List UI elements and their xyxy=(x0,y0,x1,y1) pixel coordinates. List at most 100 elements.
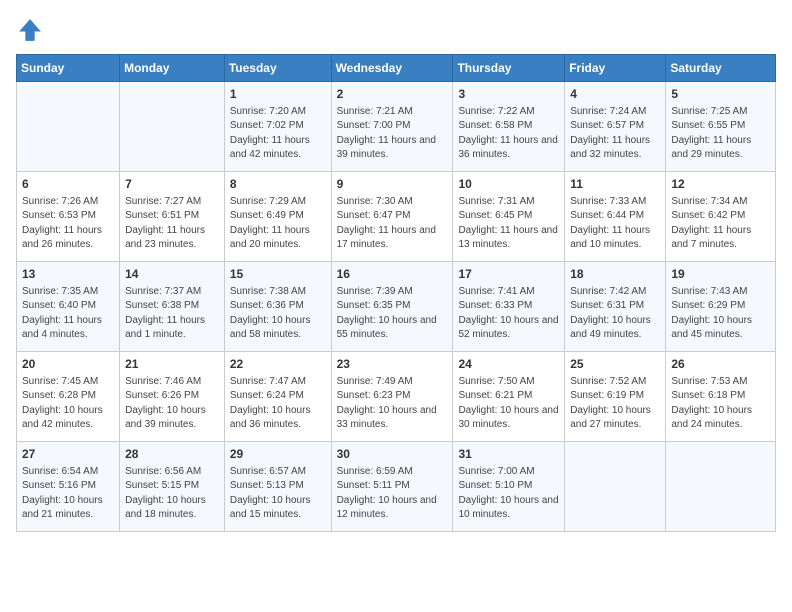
day-number: 9 xyxy=(337,176,448,193)
calendar-cell: 7Sunrise: 7:27 AM Sunset: 6:51 PM Daylig… xyxy=(120,172,225,262)
day-of-week-header: Tuesday xyxy=(224,55,331,82)
calendar-cell: 18 Sunrise: 7:42 AM Sunset: 6:31 PM Dayli… xyxy=(565,262,666,352)
day-info: Sunrise: 7:42 AM Sunset: 6:31 PM Dayligh… xyxy=(570,285,660,343)
day-info: Sunrise: 7:27 AM Sunset: 6:51 PM Dayligh… xyxy=(125,195,219,253)
day-number: 11 xyxy=(570,176,660,193)
calendar-cell: 27 Sunrise: 6:54 AM Sunset: 5:16 PM Dayli… xyxy=(17,442,120,532)
day-info: Sunrise: 6:57 AM Sunset: 5:13 PM Dayligh… xyxy=(230,465,326,523)
calendar-cell xyxy=(17,82,120,172)
day-of-week-header: Wednesday xyxy=(331,55,453,82)
calendar-cell xyxy=(120,82,225,172)
day-number: 1 xyxy=(230,86,326,103)
day-number: 4 xyxy=(570,86,660,103)
calendar-week-row: 6 Sunrise: 7:26 AM Sunset: 6:53 PM Daylig… xyxy=(17,172,776,262)
day-info: Sunrise: 7:53 AM Sunset: 6:18 PM Dayligh… xyxy=(671,375,770,433)
day-info: Sunrise: 7:37 AM Sunset: 6:38 PM Dayligh… xyxy=(125,285,219,343)
day-info: Sunrise: 7:24 AM Sunset: 6:57 PM Dayligh… xyxy=(570,105,660,163)
logo xyxy=(16,16,48,44)
day-number: 23 xyxy=(337,356,448,373)
day-info: Sunrise: 7:45 AM Sunset: 6:28 PM Dayligh… xyxy=(22,375,114,433)
day-number: 17 xyxy=(458,266,559,283)
day-number: 10 xyxy=(458,176,559,193)
calendar-cell: 3 Sunrise: 7:22 AM Sunset: 6:58 PM Daylig… xyxy=(453,82,565,172)
day-number: 22 xyxy=(230,356,326,373)
day-info: Sunrise: 7:31 AM Sunset: 6:45 PM Dayligh… xyxy=(458,195,559,253)
calendar-cell: 10 Sunrise: 7:31 AM Sunset: 6:45 PM Dayli… xyxy=(453,172,565,262)
day-info: Sunrise: 7:22 AM Sunset: 6:58 PM Dayligh… xyxy=(458,105,559,163)
day-of-week-header: Monday xyxy=(120,55,225,82)
calendar-cell: 11Sunrise: 7:33 AM Sunset: 6:44 PM Dayli… xyxy=(565,172,666,262)
calendar-table: SundayMondayTuesdayWednesdayThursdayFrid… xyxy=(16,54,776,532)
calendar-cell: 15 Sunrise: 7:38 AM Sunset: 6:36 PM Dayli… xyxy=(224,262,331,352)
day-of-week-header: Friday xyxy=(565,55,666,82)
page-header xyxy=(16,16,776,44)
calendar-cell: 12 Sunrise: 7:34 AM Sunset: 6:42 PM Dayli… xyxy=(666,172,776,262)
calendar-cell: 1 Sunrise: 7:20 AM Sunset: 7:02 PM Daylig… xyxy=(224,82,331,172)
calendar-cell: 19 Sunrise: 7:43 AM Sunset: 6:29 PM Dayli… xyxy=(666,262,776,352)
day-info: Sunrise: 7:41 AM Sunset: 6:33 PM Dayligh… xyxy=(458,285,559,343)
day-number: 14 xyxy=(125,266,219,283)
day-info: Sunrise: 7:29 AM Sunset: 6:49 PM Dayligh… xyxy=(230,195,326,253)
day-number: 16 xyxy=(337,266,448,283)
day-info: Sunrise: 7:46 AM Sunset: 6:26 PM Dayligh… xyxy=(125,375,219,433)
day-info: Sunrise: 7:21 AM Sunset: 7:00 PM Dayligh… xyxy=(337,105,448,163)
day-number: 20 xyxy=(22,356,114,373)
day-info: Sunrise: 7:43 AM Sunset: 6:29 PM Dayligh… xyxy=(671,285,770,343)
day-number: 26 xyxy=(671,356,770,373)
day-info: Sunrise: 7:20 AM Sunset: 7:02 PM Dayligh… xyxy=(230,105,326,163)
day-number: 21 xyxy=(125,356,219,373)
calendar-cell: 21 Sunrise: 7:46 AM Sunset: 6:26 PM Dayli… xyxy=(120,352,225,442)
day-number: 28 xyxy=(125,446,219,463)
day-info: Sunrise: 6:54 AM Sunset: 5:16 PM Dayligh… xyxy=(22,465,114,523)
day-info: Sunrise: 7:47 AM Sunset: 6:24 PM Dayligh… xyxy=(230,375,326,433)
day-number: 27 xyxy=(22,446,114,463)
day-of-week-header: Saturday xyxy=(666,55,776,82)
day-number: 19 xyxy=(671,266,770,283)
day-number: 13 xyxy=(22,266,114,283)
day-of-week-header: Sunday xyxy=(17,55,120,82)
day-info: Sunrise: 7:26 AM Sunset: 6:53 PM Dayligh… xyxy=(22,195,114,253)
day-number: 8 xyxy=(230,176,326,193)
calendar-cell: 26 Sunrise: 7:53 AM Sunset: 6:18 PM Dayli… xyxy=(666,352,776,442)
day-number: 30 xyxy=(337,446,448,463)
day-info: Sunrise: 7:30 AM Sunset: 6:47 PM Dayligh… xyxy=(337,195,448,253)
day-info: Sunrise: 7:39 AM Sunset: 6:35 PM Dayligh… xyxy=(337,285,448,343)
day-info: Sunrise: 7:34 AM Sunset: 6:42 PM Dayligh… xyxy=(671,195,770,253)
day-info: Sunrise: 6:59 AM Sunset: 5:11 PM Dayligh… xyxy=(337,465,448,523)
calendar-cell: 2 Sunrise: 7:21 AM Sunset: 7:00 PM Daylig… xyxy=(331,82,453,172)
day-number: 25 xyxy=(570,356,660,373)
day-number: 3 xyxy=(458,86,559,103)
calendar-cell: 9 Sunrise: 7:30 AM Sunset: 6:47 PM Daylig… xyxy=(331,172,453,262)
day-number: 6 xyxy=(22,176,114,193)
logo-icon xyxy=(16,16,44,44)
calendar-week-row: 13 Sunrise: 7:35 AM Sunset: 6:40 PM Dayli… xyxy=(17,262,776,352)
calendar-cell: 5 Sunrise: 7:25 AM Sunset: 6:55 PM Daylig… xyxy=(666,82,776,172)
calendar-cell: 16 Sunrise: 7:39 AM Sunset: 6:35 PM Dayli… xyxy=(331,262,453,352)
day-number: 24 xyxy=(458,356,559,373)
day-info: Sunrise: 7:00 AM Sunset: 5:10 PM Dayligh… xyxy=(458,465,559,523)
day-info: Sunrise: 7:50 AM Sunset: 6:21 PM Dayligh… xyxy=(458,375,559,433)
calendar-cell: 6 Sunrise: 7:26 AM Sunset: 6:53 PM Daylig… xyxy=(17,172,120,262)
calendar-body: 1 Sunrise: 7:20 AM Sunset: 7:02 PM Daylig… xyxy=(17,82,776,532)
day-number: 18 xyxy=(570,266,660,283)
calendar-week-row: 27 Sunrise: 6:54 AM Sunset: 5:16 PM Dayli… xyxy=(17,442,776,532)
day-info: Sunrise: 7:38 AM Sunset: 6:36 PM Dayligh… xyxy=(230,285,326,343)
day-number: 15 xyxy=(230,266,326,283)
day-info: Sunrise: 7:35 AM Sunset: 6:40 PM Dayligh… xyxy=(22,285,114,343)
day-number: 31 xyxy=(458,446,559,463)
day-number: 2 xyxy=(337,86,448,103)
day-number: 12 xyxy=(671,176,770,193)
day-number: 5 xyxy=(671,86,770,103)
day-number: 29 xyxy=(230,446,326,463)
calendar-cell: 17 Sunrise: 7:41 AM Sunset: 6:33 PM Dayli… xyxy=(453,262,565,352)
calendar-cell: 31 Sunrise: 7:00 AM Sunset: 5:10 PM Dayli… xyxy=(453,442,565,532)
calendar-cell: 20 Sunrise: 7:45 AM Sunset: 6:28 PM Dayli… xyxy=(17,352,120,442)
calendar-week-row: 20 Sunrise: 7:45 AM Sunset: 6:28 PM Dayli… xyxy=(17,352,776,442)
day-info: Sunrise: 7:25 AM Sunset: 6:55 PM Dayligh… xyxy=(671,105,770,163)
calendar-cell: 14 Sunrise: 7:37 AM Sunset: 6:38 PM Dayli… xyxy=(120,262,225,352)
calendar-cell xyxy=(666,442,776,532)
calendar-header-row: SundayMondayTuesdayWednesdayThursdayFrid… xyxy=(17,55,776,82)
calendar-cell: 30 Sunrise: 6:59 AM Sunset: 5:11 PM Dayli… xyxy=(331,442,453,532)
calendar-cell: 24 Sunrise: 7:50 AM Sunset: 6:21 PM Dayli… xyxy=(453,352,565,442)
day-info: Sunrise: 6:56 AM Sunset: 5:15 PM Dayligh… xyxy=(125,465,219,523)
